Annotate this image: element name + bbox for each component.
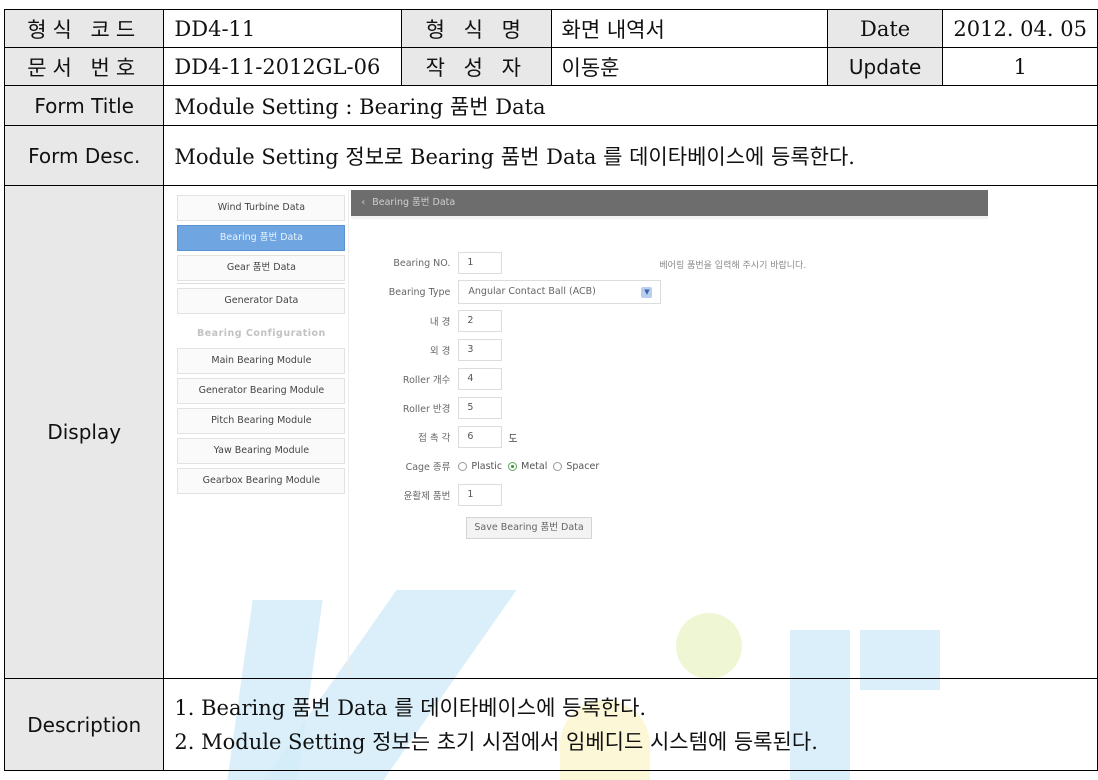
field-contact-angle: 접 촉 각 6 도 <box>364 425 518 449</box>
field-bearing-type: Bearing Type Angular Contact Ball (ACB) … <box>364 280 662 304</box>
sidebar-item-main-bearing-module[interactable]: Main Bearing Module <box>177 348 346 374</box>
radio-unchecked-icon[interactable] <box>553 461 563 471</box>
bearing-type-value: Angular Contact Ball (ACB) <box>468 286 596 297</box>
contact-angle-input[interactable]: 6 <box>458 426 503 448</box>
display-row: Display Wind Turbine Data Bearing 품번 Dat… <box>3 185 1098 679</box>
input-hint: 베어링 품번을 입력해 주시기 바랍니다. <box>659 261 807 271</box>
inner-diameter-label: 내 경 <box>429 317 451 328</box>
date-value: 2012. 04. 05 <box>942 9 1098 48</box>
display-cell: Wind Turbine Data Bearing 품번 Data Gear 품… <box>163 185 1098 679</box>
header-shadow <box>351 216 989 219</box>
author-value: 이동훈 <box>550 47 828 86</box>
update-value: 1 <box>942 47 1098 86</box>
sidebar: Wind Turbine Data Bearing 품번 Data Gear 품… <box>177 195 346 498</box>
doc-no-value: DD4-11-2012GL-06 <box>163 47 403 86</box>
vertical-divider <box>348 190 350 676</box>
form-title-value: Module Setting : Bearing 품번 Data <box>163 85 1098 126</box>
description-row: Description 1. Bearing 품번 Data 를 데이타베이스에… <box>3 678 1098 771</box>
bearing-type-select[interactable]: Angular Contact Ball (ACB) ▼ <box>458 280 662 304</box>
sidebar-item-bearing-data[interactable]: Bearing 품번 Data <box>177 225 346 251</box>
radio-unchecked-icon[interactable] <box>458 461 468 471</box>
description-line: 1. Bearing 품번 Data 를 데이타베이스에 등록한다. <box>174 695 647 720</box>
roller-radius-input[interactable]: 5 <box>458 397 503 419</box>
update-label: Update <box>826 47 944 86</box>
cage-radio-spacer[interactable]: Spacer <box>553 461 599 472</box>
sidebar-item-generator-bearing-module[interactable]: Generator Bearing Module <box>177 378 346 404</box>
description-line: 2. Module Setting 정보는 초기 시점에서 임베디드 시스템에 … <box>174 729 818 754</box>
description-cell: 1. Bearing 품번 Data 를 데이타베이스에 등록한다. 2. Mo… <box>163 678 1098 771</box>
cage-option-label: Plastic <box>471 460 503 472</box>
cage-option-label: Metal <box>521 460 548 472</box>
sidebar-item-wind-turbine-data[interactable]: Wind Turbine Data <box>177 195 346 221</box>
bearing-no-label: Bearing NO. <box>393 257 451 269</box>
field-roller-count: Roller 개수 4 <box>364 367 503 391</box>
field-lubricant: 윤활제 품번 1 <box>364 483 503 507</box>
date-label: Date <box>826 9 944 48</box>
sidebar-section-title: Bearing Configuration <box>197 328 326 339</box>
header-row-2: 문서 번호 DD4-11-2012GL-06 작 성 자 이동훈 Update … <box>3 47 1098 86</box>
roller-count-label: Roller 개수 <box>402 375 451 386</box>
contact-angle-unit: 도 <box>508 433 518 445</box>
doc-no-label: 문서 번호 <box>3 47 165 86</box>
sidebar-item-gear-data[interactable]: Gear 품번 Data <box>177 255 346 281</box>
sidebar-item-yaw-bearing-module[interactable]: Yaw Bearing Module <box>177 438 346 464</box>
form-title-row: Form Title Module Setting : Bearing 품번 D… <box>3 85 1098 126</box>
form-desc-row: Form Desc. Module Setting 정보로 Bearing 품번… <box>3 125 1098 186</box>
display-label: Display <box>3 185 165 679</box>
sidebar-item-pitch-bearing-module[interactable]: Pitch Bearing Module <box>177 408 346 434</box>
field-cage-type: Cage 종류 Plastic Metal Spacer <box>364 454 605 478</box>
field-outer-diameter: 외 경 3 <box>364 338 503 362</box>
form-desc-label: Form Desc. <box>3 125 165 186</box>
page-header-bar: ‹ Bearing 품번 Data <box>351 190 989 216</box>
form-code-label: 형식 코드 <box>3 9 165 48</box>
radio-checked-icon[interactable] <box>508 461 518 471</box>
lubricant-input[interactable]: 1 <box>458 484 503 506</box>
field-roller-radius: Roller 반경 5 <box>364 396 503 420</box>
sidebar-item-generator-data[interactable]: Generator Data <box>177 288 346 314</box>
save-bearing-data-button[interactable]: Save Bearing 품번 Data <box>466 517 592 539</box>
form-name-label: 형 식 명 <box>401 9 552 48</box>
form-code-value: DD4-11 <box>163 9 403 48</box>
screen-mockup: Wind Turbine Data Bearing 품번 Data Gear 품… <box>164 186 1097 678</box>
contact-angle-label: 접 촉 각 <box>418 433 451 444</box>
description-label: Description <box>3 678 165 771</box>
inner-diameter-input[interactable]: 2 <box>458 310 503 332</box>
cage-option-label: Spacer <box>566 460 600 472</box>
lubricant-label: 윤활제 품번 <box>403 491 451 502</box>
form-name-value: 화면 내역서 <box>550 9 828 48</box>
form-title-label: Form Title <box>3 85 165 126</box>
outer-diameter-label: 외 경 <box>429 346 451 357</box>
cage-type-label: Cage 종류 <box>405 462 451 473</box>
chevron-down-icon[interactable]: ▼ <box>641 287 653 298</box>
author-label: 작 성 자 <box>401 47 552 86</box>
roller-radius-label: Roller 반경 <box>402 404 451 415</box>
form-desc-value: Module Setting 정보로 Bearing 품번 Data 를 데이타… <box>163 125 1098 186</box>
outer-diameter-input[interactable]: 3 <box>458 339 503 361</box>
field-inner-diameter: 내 경 2 <box>364 309 503 333</box>
roller-count-input[interactable]: 4 <box>458 368 503 390</box>
back-chevron-icon[interactable]: ‹ <box>361 197 365 208</box>
header-row-1: 형식 코드 DD4-11 형 식 명 화면 내역서 Date 2012. 04.… <box>3 9 1098 48</box>
bearing-type-label: Bearing Type <box>388 286 451 298</box>
cage-radio-plastic[interactable]: Plastic <box>458 461 502 472</box>
bearing-no-input[interactable]: 1 <box>458 252 503 274</box>
cage-radio-metal[interactable]: Metal <box>508 461 547 472</box>
divider <box>177 283 346 284</box>
field-bearing-no: Bearing NO. 1 <box>364 251 503 275</box>
sidebar-item-gearbox-bearing-module[interactable]: Gearbox Bearing Module <box>177 468 346 494</box>
form-spec-table: 형식 코드 DD4-11 형 식 명 화면 내역서 Date 2012. 04.… <box>3 9 1098 771</box>
page-title: Bearing 품번 Data <box>372 197 456 208</box>
